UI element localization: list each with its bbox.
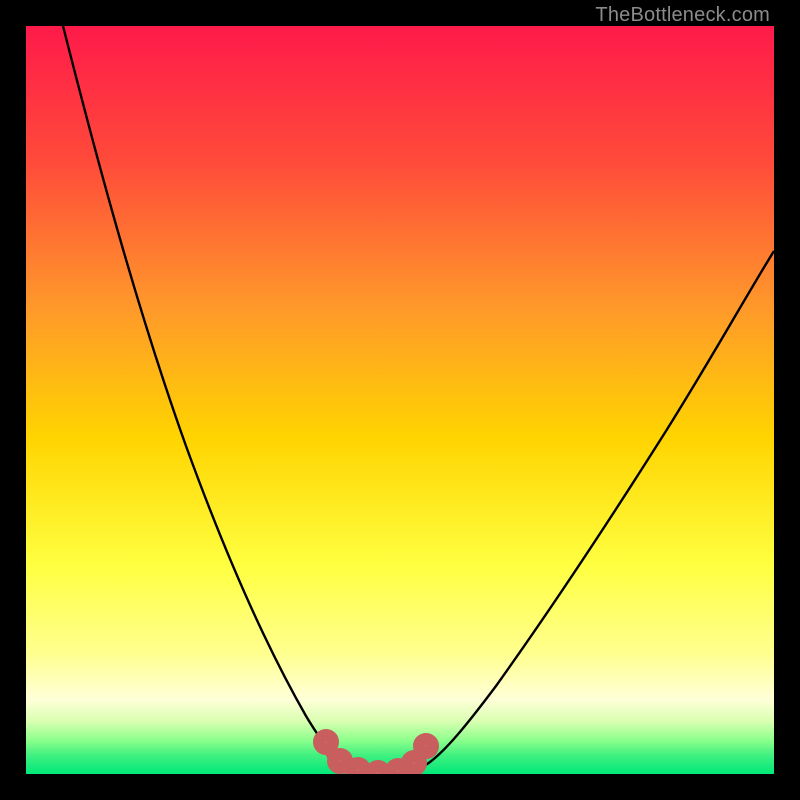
watermark-text: TheBottleneck.com (595, 4, 770, 27)
chart-svg (26, 26, 774, 774)
chart-frame: TheBottleneck.com (0, 0, 800, 800)
plot-area (26, 26, 774, 774)
gradient-background (26, 26, 774, 774)
